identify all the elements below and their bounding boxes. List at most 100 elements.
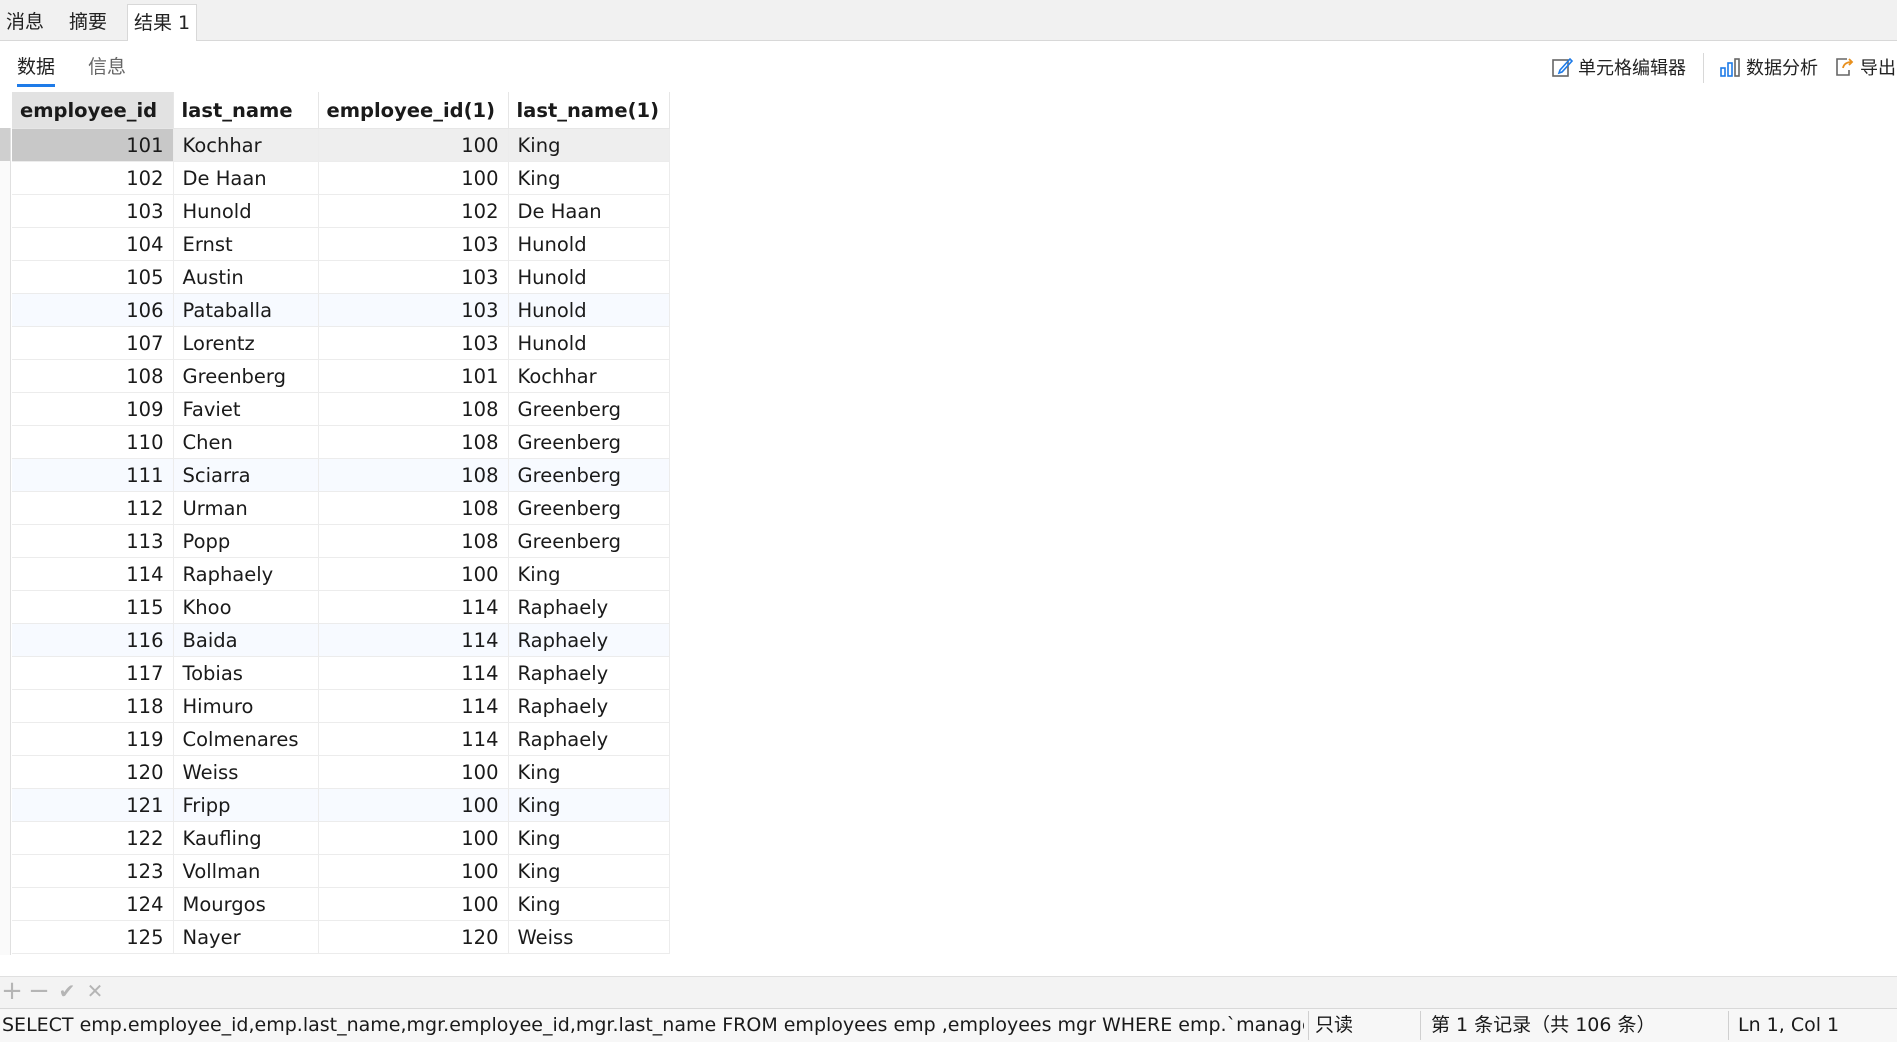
cell-manager-name[interactable]: Kochhar [508,359,670,393]
cell-manager-id[interactable]: 100 [318,161,509,195]
table-row[interactable]: 104 Ernst 103 Hunold [12,227,670,261]
table-row[interactable]: 125 Nayer 120 Weiss [12,920,670,954]
cell-manager-name[interactable]: Greenberg [508,491,670,525]
column-header-last-name[interactable]: last_name [173,92,319,129]
table-row[interactable]: 122 Kaufling 100 King [12,821,670,855]
cell-manager-id[interactable]: 103 [318,293,509,327]
table-row[interactable]: 115 Khoo 114 Raphaely [12,590,670,624]
cell-last-name[interactable]: Mourgos [173,887,319,921]
cell-last-name[interactable]: Sciarra [173,458,319,492]
cell-manager-name[interactable]: Raphaely [508,623,670,657]
table-row[interactable]: 102 De Haan 100 King [12,161,670,195]
cell-manager-name[interactable]: King [508,788,670,822]
table-row[interactable]: 111 Sciarra 108 Greenberg [12,458,670,492]
cell-manager-id[interactable]: 120 [318,920,509,954]
cell-last-name[interactable]: Himuro [173,689,319,723]
cell-manager-name[interactable]: Raphaely [508,590,670,624]
cell-manager-id[interactable]: 103 [318,227,509,261]
table-row[interactable]: 114 Raphaely 100 King [12,557,670,591]
cell-last-name[interactable]: Colmenares [173,722,319,756]
cell-manager-id[interactable]: 100 [318,821,509,855]
cell-employee-id[interactable]: 104 [12,227,174,261]
subtab-data[interactable]: 数据 [17,54,56,87]
table-row[interactable]: 113 Popp 108 Greenberg [12,524,670,558]
cell-last-name[interactable]: Tobias [173,656,319,690]
cell-manager-name[interactable]: Hunold [508,227,670,261]
column-header-employee-id-1[interactable]: employee_id(1) [318,92,509,129]
delete-record-button[interactable]: − [27,978,51,1004]
data-analysis-button[interactable]: 数据分析 [1718,53,1818,81]
table-row[interactable]: 107 Lorentz 103 Hunold [12,326,670,360]
cell-employee-id[interactable]: 106 [12,293,174,327]
cell-manager-id[interactable]: 102 [318,194,509,228]
cell-last-name[interactable]: Vollman [173,854,319,888]
cell-manager-id[interactable]: 103 [318,260,509,294]
cell-employee-id[interactable]: 107 [12,326,174,360]
add-record-button[interactable]: + [0,978,24,1004]
cell-last-name[interactable]: Raphaely [173,557,319,591]
cell-employee-id[interactable]: 101 [12,128,174,162]
cell-manager-name[interactable]: Greenberg [508,392,670,426]
cell-employee-id[interactable]: 124 [12,887,174,921]
table-row[interactable]: 105 Austin 103 Hunold [12,260,670,294]
table-row[interactable]: 109 Faviet 108 Greenberg [12,392,670,426]
table-row[interactable]: 103 Hunold 102 De Haan [12,194,670,228]
cell-employee-id[interactable]: 118 [12,689,174,723]
cell-manager-name[interactable]: Greenberg [508,458,670,492]
cell-manager-id[interactable]: 108 [318,524,509,558]
cell-employee-id[interactable]: 109 [12,392,174,426]
discard-changes-button[interactable]: ✕ [83,980,107,1004]
cell-last-name[interactable]: Nayer [173,920,319,954]
cell-employee-id[interactable]: 122 [12,821,174,855]
row-selector-column[interactable] [0,128,11,955]
table-row[interactable]: 106 Pataballa 103 Hunold [12,293,670,327]
cell-manager-name[interactable]: Raphaely [508,689,670,723]
cell-last-name[interactable]: Faviet [173,392,319,426]
cell-employee-id[interactable]: 111 [12,458,174,492]
cell-manager-id[interactable]: 108 [318,491,509,525]
cell-employee-id[interactable]: 108 [12,359,174,393]
cell-manager-name[interactable]: King [508,128,670,162]
tab-result-1[interactable]: 结果 1 [127,4,198,41]
cell-employee-id[interactable]: 120 [12,755,174,789]
cell-editor-button[interactable]: 单元格编辑器 [1550,53,1686,81]
cell-employee-id[interactable]: 123 [12,854,174,888]
cell-manager-name[interactable]: Greenberg [508,425,670,459]
cell-employee-id[interactable]: 110 [12,425,174,459]
table-row[interactable]: 119 Colmenares 114 Raphaely [12,722,670,756]
apply-changes-button[interactable]: ✔ [55,980,79,1004]
cell-last-name[interactable]: Weiss [173,755,319,789]
table-row[interactable]: 120 Weiss 100 King [12,755,670,789]
table-row[interactable]: 110 Chen 108 Greenberg [12,425,670,459]
table-row[interactable]: 118 Himuro 114 Raphaely [12,689,670,723]
column-header-employee-id[interactable]: employee_id [12,92,174,129]
cell-employee-id[interactable]: 119 [12,722,174,756]
cell-manager-name[interactable]: De Haan [508,194,670,228]
cell-manager-name[interactable]: King [508,755,670,789]
cell-manager-id[interactable]: 114 [318,656,509,690]
cell-employee-id[interactable]: 113 [12,524,174,558]
cell-employee-id[interactable]: 102 [12,161,174,195]
cell-employee-id[interactable]: 117 [12,656,174,690]
tab-messages[interactable]: 消息 [0,4,50,40]
column-header-last-name-1[interactable]: last_name(1) [508,92,670,129]
tab-summary[interactable]: 摘要 [63,4,113,40]
cell-employee-id[interactable]: 103 [12,194,174,228]
cell-last-name[interactable]: Khoo [173,590,319,624]
cell-last-name[interactable]: Greenberg [173,359,319,393]
cell-manager-name[interactable]: King [508,161,670,195]
cell-manager-name[interactable]: Hunold [508,293,670,327]
table-row[interactable]: 116 Baida 114 Raphaely [12,623,670,657]
cell-manager-id[interactable]: 114 [318,689,509,723]
cell-manager-name[interactable]: Weiss [508,920,670,954]
cell-manager-name[interactable]: King [508,821,670,855]
cell-manager-id[interactable]: 101 [318,359,509,393]
cell-last-name[interactable]: Fripp [173,788,319,822]
cell-employee-id[interactable]: 121 [12,788,174,822]
cell-manager-name[interactable]: King [508,887,670,921]
cell-last-name[interactable]: Baida [173,623,319,657]
cell-last-name[interactable]: Ernst [173,227,319,261]
cell-employee-id[interactable]: 116 [12,623,174,657]
cell-last-name[interactable]: Hunold [173,194,319,228]
subtab-info[interactable]: 信息 [88,54,126,84]
